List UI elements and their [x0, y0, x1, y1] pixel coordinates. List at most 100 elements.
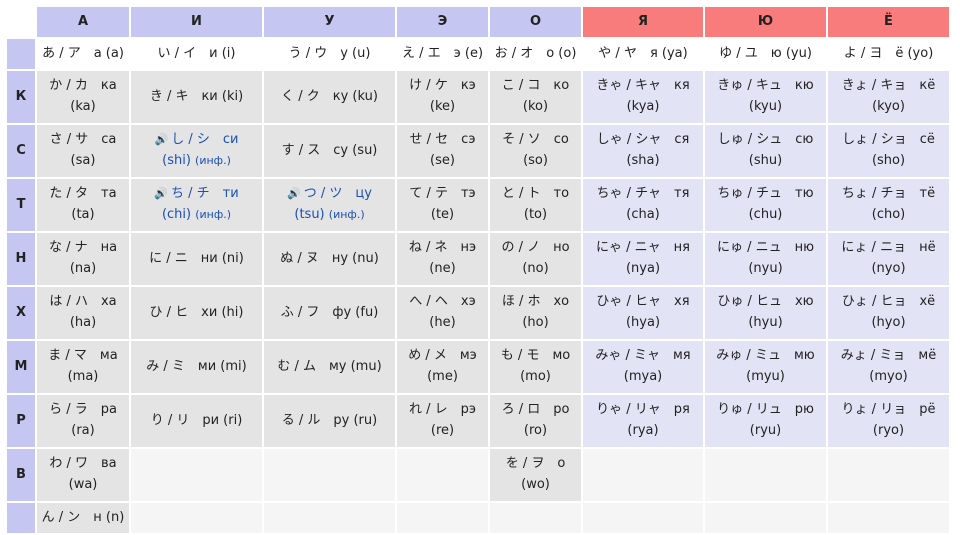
info-link[interactable]: (инф.) [329, 208, 365, 221]
info-link[interactable]: (инф.) [195, 208, 231, 221]
speaker-icon[interactable]: 🔊 [154, 187, 168, 200]
audio-link[interactable]: ち / チ ти [171, 186, 239, 201]
vowel-cell-yu: ゆ / ユ ю (yu) [705, 39, 826, 69]
romaji-text: (hyu) [748, 315, 783, 330]
kana-cell: け / ケ кэ (ke) [397, 71, 488, 123]
romaji-text: (myo) [869, 369, 908, 384]
romaji-text: (ra) [71, 423, 95, 438]
romaji-link[interactable]: (tsu) [294, 207, 324, 222]
kana-cell: れ / レ рэ (re) [397, 395, 488, 447]
romaji-text: (ke) [429, 99, 456, 114]
kana-cell: ふ / フ фу (fu) [264, 287, 395, 339]
row-nn: ん / ン н (n) [7, 503, 949, 533]
empty-cell [264, 503, 395, 533]
row-m: М ま / マ ма (ma) み / ミ ми (mi) む / ム му (m… [7, 341, 949, 393]
kana-text: りゅ / リュ рю [717, 402, 814, 418]
row-r: Р ら / ラ ра (ra) り / リ ри (ri) る / ル ру (r… [7, 395, 949, 447]
kana-text: きゅ / キュ кю [717, 78, 814, 94]
empty-cell [131, 449, 262, 501]
col-header-i: И [131, 7, 262, 37]
kana-text: りゃ / リャ ря [596, 402, 690, 418]
row-t: Т た / タ та (ta) 🔊 ち / チ ти (chi) (инф.) 🔊 つ… [7, 179, 949, 231]
romaji-text: (sha) [626, 153, 660, 168]
romaji-text: (kyu) [748, 99, 783, 114]
kana-text: を / ヲ о [505, 456, 566, 472]
speaker-icon[interactable]: 🔊 [155, 133, 169, 146]
kana-cell: か / カ ка (ka) [37, 71, 129, 123]
romaji-text: (shu) [748, 153, 783, 168]
romaji-link[interactable]: (shi) [162, 153, 191, 168]
row-k: К か / カ ка (ka) き / キ ки (ki) く / ク ку (k… [7, 71, 949, 123]
kana-cell: な / ナ на (na) [37, 233, 129, 285]
row-header-m: М [7, 341, 35, 393]
row-s: С さ / サ са (sa) 🔊 し / シ си (shi) (инф.) す … [7, 125, 949, 177]
romaji-text: (ryu) [749, 423, 782, 438]
vowel-row: あ / ア а (a) い / イ и (i) う / ウ у (u) え / … [7, 39, 949, 69]
romaji-text: (nya) [625, 261, 661, 276]
kana-text: しゅ / シュ сю [717, 132, 814, 148]
kana-text: へ / ヘ хэ [409, 294, 476, 310]
romaji-link[interactable]: (chi) [162, 207, 191, 222]
kana-text: た / タ та [49, 186, 117, 202]
row-header-s: С [7, 125, 35, 177]
kana-cell: こ / コ ко (ko) [490, 71, 581, 123]
empty-cell [705, 449, 826, 501]
kana-cell: み / ミ ми (mi) [131, 341, 262, 393]
vowel-cell-ya: や / ヤ я (ya) [583, 39, 703, 69]
kana-text: ら / ラ ра [49, 402, 117, 418]
romaji-text: (cho) [871, 207, 906, 222]
empty-cell [828, 503, 949, 533]
row-header-t: Т [7, 179, 35, 231]
vowel-cell-a: あ / ア а (a) [37, 39, 129, 69]
kana-text: ちょ / チョ тё [841, 186, 936, 202]
empty-cell [397, 449, 488, 501]
col-header-e: Э [397, 7, 488, 37]
kana-cell: め / メ мэ (me) [397, 341, 488, 393]
kana-cell: を / ヲ о (wo) [490, 449, 581, 501]
kana-text: な / ナ на [48, 240, 118, 256]
kana-cell: ひゅ / ヒュ хю (hyu) [705, 287, 826, 339]
kana-text: こ / コ ко [501, 78, 570, 94]
romaji-text: (mo) [520, 369, 551, 384]
kana-text: わ / ワ ва [49, 456, 117, 472]
row-w: В わ / ワ ва (wa) を / ヲ о (wo) [7, 449, 949, 501]
row-header-empty [7, 39, 35, 69]
kana-cell: へ / ヘ хэ (he) [397, 287, 488, 339]
kana-text: け / ケ кэ [409, 78, 476, 94]
row-header-empty [7, 503, 35, 533]
kana-cell: みゅ / ミュ мю (myu) [705, 341, 826, 393]
romaji-text: (to) [523, 207, 548, 222]
kana-cell: わ / ワ ва (wa) [37, 449, 129, 501]
kana-cell: そ / ソ со (so) [490, 125, 581, 177]
kana-text: せ / セ сэ [409, 132, 476, 148]
info-link[interactable]: (инф.) [195, 154, 231, 167]
romaji-text: (mya) [623, 369, 663, 384]
audio-link[interactable]: し / シ си [171, 132, 238, 147]
kana-text: も / モ мо [500, 348, 571, 364]
kana-cell: す / ス су (su) [264, 125, 395, 177]
romaji-text: (ro) [523, 423, 548, 438]
kana-cell: た / タ та (ta) [37, 179, 129, 231]
kana-text: ね / ネ нэ [408, 240, 477, 256]
kana-cell: りょ / リョ рё (ryo) [828, 395, 949, 447]
kana-cell-audio: 🔊 し / シ си (shi) (инф.) [131, 125, 262, 177]
kana-cell: く / ク ку (ku) [264, 71, 395, 123]
speaker-icon[interactable]: 🔊 [287, 187, 301, 200]
kana-text: ちゅ / チュ тю [717, 186, 814, 202]
romaji-text: (myu) [746, 369, 785, 384]
kana-cell: ちゅ / チュ тю (chu) [705, 179, 826, 231]
vowel-cell-o: お / オ о (o) [490, 39, 581, 69]
kana-cell: ね / ネ нэ (ne) [397, 233, 488, 285]
row-header-w: В [7, 449, 35, 501]
kana-cell: は / ハ ха (ha) [37, 287, 129, 339]
empty-cell [397, 503, 488, 533]
row-header-k: К [7, 71, 35, 123]
romaji-text: (kyo) [872, 99, 905, 114]
audio-link[interactable]: つ / ツ цу [304, 186, 372, 201]
kana-cell: ん / ン н (n) [37, 503, 129, 533]
empty-cell [131, 503, 262, 533]
kana-text: みゃ / ミャ мя [595, 348, 691, 364]
kana-cell: ろ / ロ ро (ro) [490, 395, 581, 447]
kana-text: ひゃ / ヒャ хя [596, 294, 690, 310]
kana-text: きょ / キョ кё [841, 78, 936, 94]
